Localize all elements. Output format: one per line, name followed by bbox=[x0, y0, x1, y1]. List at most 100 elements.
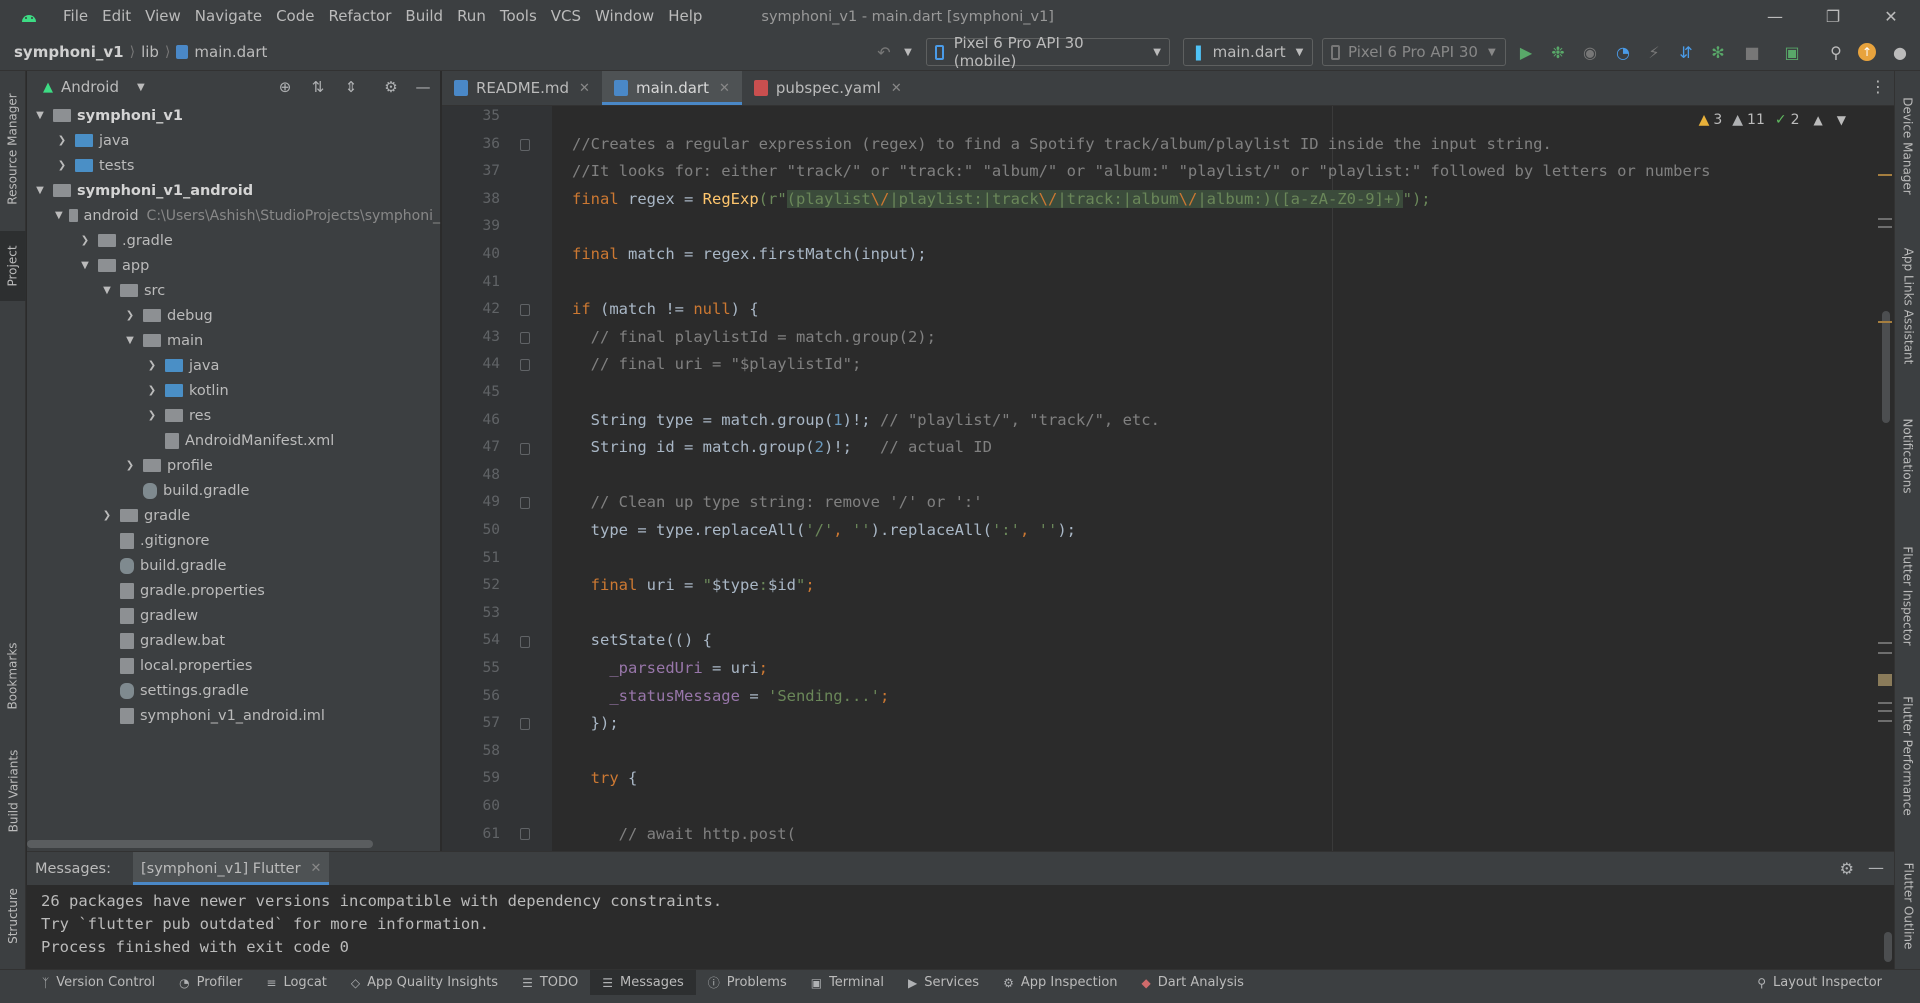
tree-item[interactable]: gradlew.bat bbox=[27, 628, 440, 653]
tree-item[interactable]: symphoni_v1_android.iml bbox=[27, 703, 440, 728]
breadcrumb-project[interactable]: symphoni_v1 bbox=[14, 43, 124, 61]
project-view-mode[interactable]: Android bbox=[61, 78, 119, 96]
locate-icon[interactable]: ⊕ bbox=[275, 77, 295, 97]
tool-app-quality-insights[interactable]: ◇ App Quality Insights bbox=[339, 970, 510, 996]
close-icon[interactable]: ✕ bbox=[311, 861, 322, 876]
menu-refactor[interactable]: Refactor bbox=[321, 0, 398, 33]
tree-item[interactable]: settings.gradle bbox=[27, 678, 440, 703]
menu-vcs[interactable]: VCS bbox=[544, 0, 588, 33]
menu-navigate[interactable]: Navigate bbox=[188, 0, 269, 33]
fold-marker-icon[interactable] bbox=[520, 139, 530, 151]
gear-icon[interactable]: ⚙ bbox=[381, 77, 401, 97]
gear-icon[interactable]: ⚙ bbox=[1840, 859, 1854, 878]
tree-item[interactable]: ❯ .gradle bbox=[27, 228, 440, 253]
fold-marker-icon[interactable] bbox=[520, 636, 530, 648]
collapse-all-icon[interactable]: ⇕ bbox=[341, 77, 361, 97]
error-stripe-marker[interactable] bbox=[1878, 710, 1892, 712]
back-hammer-icon[interactable]: ↶ bbox=[874, 42, 894, 62]
tool-tab-build-variants[interactable]: Build Variants bbox=[0, 736, 26, 846]
tool-tab-project[interactable]: Project bbox=[0, 231, 26, 301]
tab-readme[interactable]: README.md ✕ bbox=[442, 71, 602, 105]
chevron-down-icon[interactable]: ▼ bbox=[33, 110, 47, 121]
error-stripe-marker[interactable] bbox=[1878, 720, 1892, 722]
tool-tab-notifications[interactable]: Notifications bbox=[1895, 401, 1920, 511]
run-config-selector[interactable]: ❚ main.dart ▼ bbox=[1183, 38, 1313, 66]
tool-tab-structure[interactable]: Structure bbox=[0, 871, 26, 961]
tree-item[interactable]: build.gradle bbox=[27, 478, 440, 503]
restore-icon[interactable]: ❐ bbox=[1804, 0, 1862, 33]
fold-marker-icon[interactable] bbox=[520, 359, 530, 371]
menu-view[interactable]: View bbox=[138, 0, 188, 33]
breadcrumb-folder[interactable]: lib bbox=[141, 43, 159, 61]
error-stripe-marker[interactable] bbox=[1878, 321, 1892, 323]
chevron-down-icon[interactable]: ▼ bbox=[898, 42, 918, 62]
tree-item[interactable]: gradle.properties bbox=[27, 578, 440, 603]
chevron-down-icon[interactable]: ▼ bbox=[55, 210, 63, 221]
tool-tab-flutter-performance[interactable]: Flutter Performance bbox=[1895, 681, 1920, 831]
menu-code[interactable]: Code bbox=[269, 0, 321, 33]
tree-item[interactable]: ❯ java bbox=[27, 128, 440, 153]
tree-item[interactable]: build.gradle bbox=[27, 553, 440, 578]
tool-tab-app-links-assistant[interactable]: App Links Assistant bbox=[1895, 231, 1920, 381]
expand-all-icon[interactable]: ⇅ bbox=[308, 77, 328, 97]
device-selector[interactable]: Pixel 6 Pro API 30 (mobile) ▼ bbox=[926, 34, 1170, 70]
tree-item[interactable]: ▼ main bbox=[27, 328, 440, 353]
tree-item[interactable]: local.properties bbox=[27, 653, 440, 678]
error-stripe-marker[interactable] bbox=[1878, 702, 1892, 704]
more-tabs-icon[interactable]: ⋮ bbox=[1870, 77, 1886, 96]
error-stripe-marker[interactable] bbox=[1878, 652, 1892, 654]
menu-window[interactable]: Window bbox=[588, 0, 661, 33]
fold-marker-icon[interactable] bbox=[520, 718, 530, 730]
attach-debugger-icon[interactable]: ✻ bbox=[1708, 42, 1728, 62]
close-icon[interactable]: ✕ bbox=[891, 81, 902, 96]
close-window-icon[interactable]: ✕ bbox=[1862, 0, 1920, 33]
tree-item[interactable]: ▼ symphoni_v1_android bbox=[27, 178, 440, 203]
chevron-right-icon[interactable]: ❯ bbox=[123, 460, 137, 471]
vertical-scrollbar[interactable] bbox=[1882, 311, 1890, 423]
error-stripe-marker[interactable] bbox=[1878, 174, 1892, 176]
chevron-right-icon[interactable]: ❯ bbox=[145, 385, 159, 396]
tool-tab-bookmarks[interactable]: Bookmarks bbox=[0, 631, 26, 721]
tree-item[interactable]: ❯ gradle bbox=[27, 503, 440, 528]
run-icon[interactable]: ▶ bbox=[1516, 42, 1536, 62]
horizontal-scrollbar[interactable] bbox=[27, 840, 373, 848]
close-icon[interactable]: ✕ bbox=[579, 81, 590, 96]
tree-item[interactable]: ▼ app bbox=[27, 253, 440, 278]
coverage-icon[interactable]: ◉ bbox=[1580, 42, 1600, 62]
chevron-down-icon[interactable]: ▼ bbox=[100, 285, 114, 296]
tool-messages[interactable]: ☰ Messages bbox=[590, 969, 696, 996]
chevron-right-icon[interactable]: ❯ bbox=[55, 160, 69, 171]
chevron-down-icon[interactable]: ▼ bbox=[1837, 113, 1846, 127]
fold-marker-icon[interactable] bbox=[520, 497, 530, 509]
code-editor[interactable]: 35 36 37 38 39 40 41 42 43 44 45 46 47 4… bbox=[442, 106, 1894, 851]
chevron-right-icon[interactable]: ❯ bbox=[78, 235, 92, 246]
tab-main-dart[interactable]: main.dart ✕ bbox=[601, 71, 742, 105]
tree-item[interactable]: ❯ profile bbox=[27, 453, 440, 478]
hide-panel-icon[interactable]: — bbox=[413, 77, 433, 97]
tree-item[interactable]: ❯ java bbox=[27, 353, 440, 378]
tool-tab-device-manager[interactable]: Device Manager bbox=[1895, 81, 1920, 211]
tree-item[interactable]: ▼ android C:\Users\Ashish\StudioProjects\s… bbox=[27, 203, 440, 228]
secondary-device-selector[interactable]: Pixel 6 Pro API 30 ▼ bbox=[1322, 38, 1506, 66]
tool-tab-flutter-inspector[interactable]: Flutter Inspector bbox=[1895, 531, 1920, 661]
error-stripe-marker[interactable] bbox=[1878, 642, 1892, 644]
tree-item[interactable]: ▼ src bbox=[27, 278, 440, 303]
tree-item[interactable]: ▼ symphoni_v1 bbox=[27, 103, 440, 128]
tool-version-control[interactable]: ᛉ Version Control bbox=[30, 970, 167, 996]
tree-item[interactable]: gradlew bbox=[27, 603, 440, 628]
tool-problems[interactable]: ⓘ Problems bbox=[696, 970, 799, 996]
chevron-right-icon[interactable]: ❯ bbox=[100, 510, 114, 521]
error-stripe-marker[interactable] bbox=[1878, 674, 1892, 686]
hide-panel-icon[interactable]: — bbox=[1868, 858, 1884, 877]
menu-file[interactable]: File bbox=[56, 0, 95, 33]
profile-icon[interactable]: ◔ bbox=[1613, 42, 1633, 62]
sync-icon[interactable]: ⇵ bbox=[1676, 42, 1696, 62]
chevron-down-icon[interactable]: ▼ bbox=[78, 260, 92, 271]
tab-pubspec[interactable]: pubspec.yaml ✕ bbox=[742, 71, 914, 105]
error-stripe-marker[interactable] bbox=[1878, 226, 1892, 228]
apply-changes-icon[interactable]: ⚡ bbox=[1644, 42, 1664, 62]
minimize-icon[interactable]: — bbox=[1746, 0, 1804, 33]
fold-marker-icon[interactable] bbox=[520, 443, 530, 455]
tool-tab-resource-manager[interactable]: Resource Manager bbox=[0, 79, 26, 219]
menu-edit[interactable]: Edit bbox=[95, 0, 138, 33]
